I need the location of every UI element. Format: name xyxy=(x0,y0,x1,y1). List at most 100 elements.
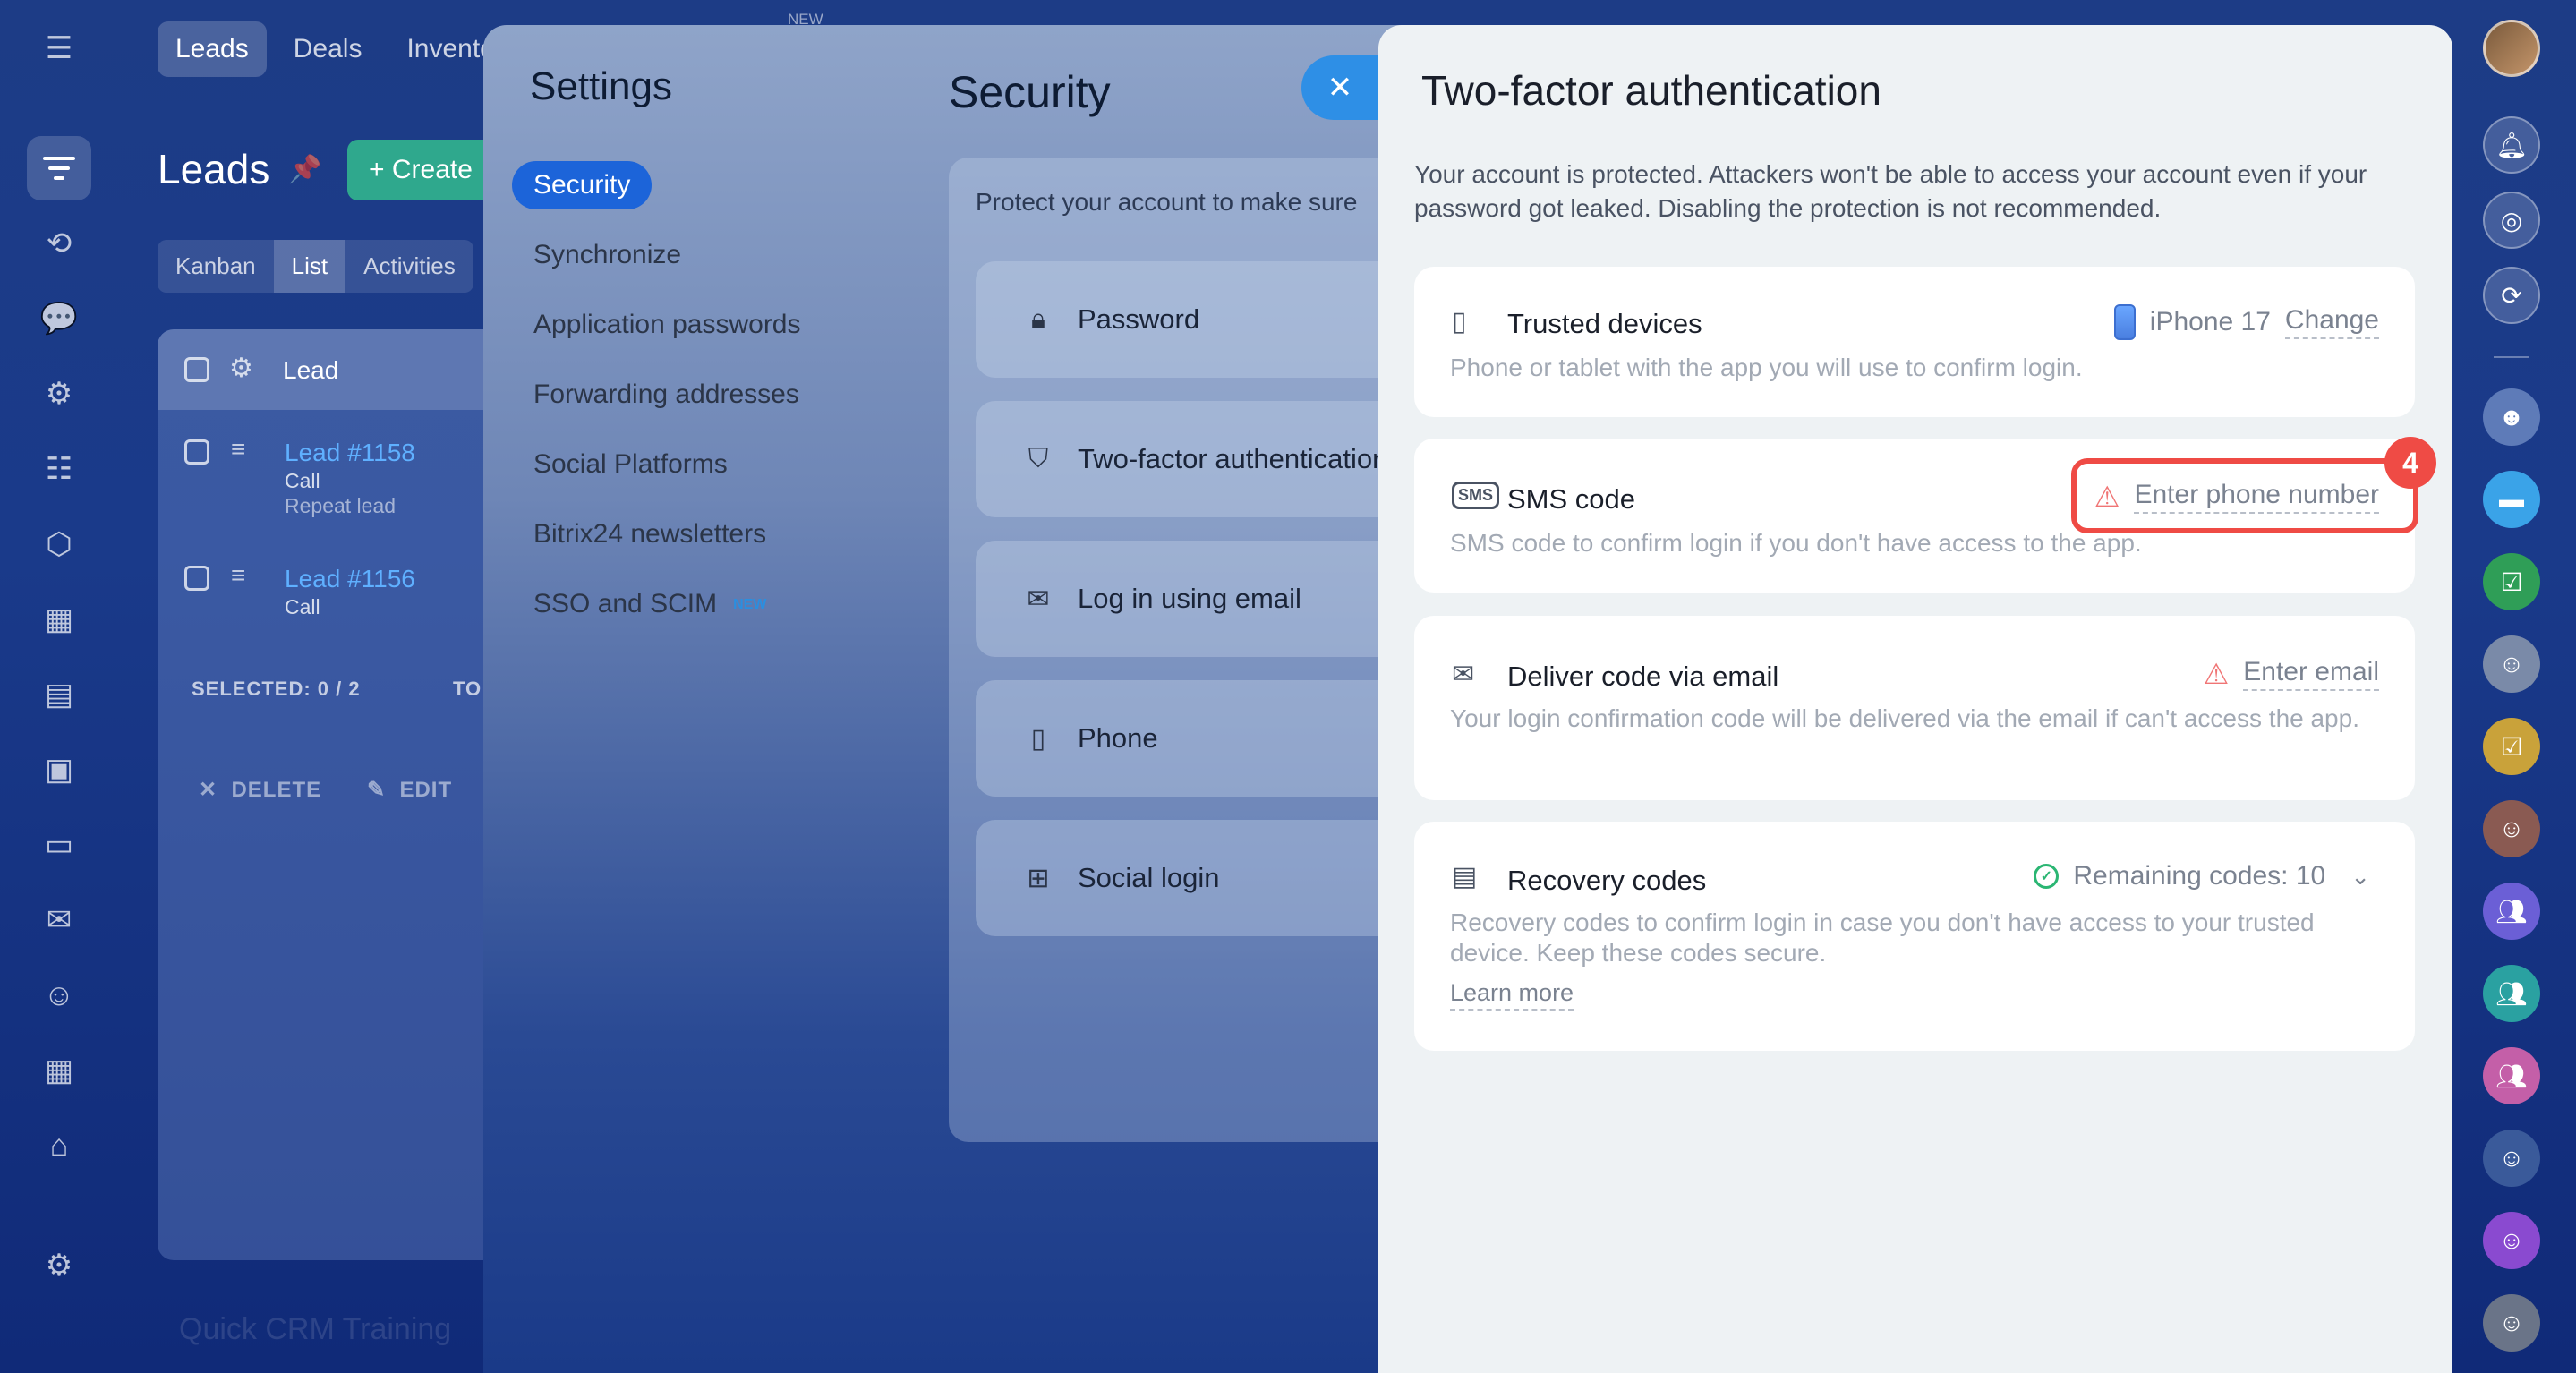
nav-item-security[interactable]: Security xyxy=(512,161,653,209)
email-action: ⚠ Enter email xyxy=(2204,657,2379,691)
nav-item-application-passwords[interactable]: Application passwords xyxy=(512,301,823,349)
close-button[interactable]: ✕ xyxy=(1301,55,1387,120)
chevron-down-icon[interactable]: ⌄ xyxy=(2350,863,2370,891)
warning-icon: ⚠ xyxy=(2203,658,2230,690)
delete-action[interactable]: ✕ DELETE xyxy=(199,777,321,803)
recovery-codes-card: ▤ Recovery codes Recovery codes to confi… xyxy=(1414,822,2415,1051)
card-description: SMS code to confirm login if you don't h… xyxy=(1450,529,2142,557)
task-check-icon[interactable]: ☑ xyxy=(2483,718,2540,775)
tab-kanban[interactable]: Kanban xyxy=(158,240,274,293)
check-circle-icon: ✓ xyxy=(2034,864,2060,889)
target-icon[interactable]: ◎ xyxy=(2483,192,2540,249)
sms-icon: SMS xyxy=(1452,482,1500,509)
group-chat-icon[interactable]: 👥︎ xyxy=(2483,883,2540,940)
calendar-icon[interactable]: ▦ xyxy=(27,587,91,652)
card-title: Deliver code via email xyxy=(1507,661,1779,692)
document-icon[interactable]: ▤ xyxy=(27,662,91,727)
remaining-codes: Remaining codes: 10 xyxy=(2073,861,2326,891)
contact-avatar[interactable]: ☺ xyxy=(2483,1294,2540,1352)
lock-icon: 🔒︎ xyxy=(1031,304,1045,334)
nav-item-label: SSO and SCIM xyxy=(533,589,718,618)
mail-icon[interactable]: ✉ xyxy=(27,888,91,952)
settings-title: Settings xyxy=(530,64,672,108)
group-chat-icon[interactable]: 👥︎ xyxy=(2483,1047,2540,1104)
select-all-checkbox[interactable] xyxy=(184,357,209,382)
page-title: Leads xyxy=(158,146,270,192)
bell-icon[interactable]: 🔔︎ xyxy=(2483,116,2540,174)
envelope-icon: ✉ xyxy=(1452,660,1475,689)
device-name: iPhone 17 xyxy=(2149,307,2271,337)
security-intro: Protect your account to make sure xyxy=(976,188,1358,216)
lead-activity: Call xyxy=(285,595,320,618)
change-link[interactable]: Change xyxy=(2284,305,2379,339)
row-checkbox[interactable] xyxy=(184,439,209,465)
presentation-icon[interactable]: ▣ xyxy=(27,738,91,802)
crm-icon[interactable]: ⟲ xyxy=(27,211,91,276)
grid-header xyxy=(158,329,533,410)
delete-label: DELETE xyxy=(231,778,322,802)
contact-avatar[interactable]: ☺ xyxy=(2483,1130,2540,1187)
settings-gear-icon[interactable]: ⚙ xyxy=(27,1233,91,1298)
tasks-icon[interactable]: ☷ xyxy=(27,437,91,501)
contact-avatar[interactable]: ☺ xyxy=(2483,800,2540,857)
security-item-label: Phone xyxy=(1078,722,1158,754)
edit-action[interactable]: ✎ EDIT xyxy=(367,777,452,803)
users-icon[interactable]: ☺ xyxy=(27,963,91,1028)
row-checkbox[interactable] xyxy=(184,566,209,591)
highlight-box xyxy=(2071,458,2418,533)
lead-activity: Call xyxy=(285,469,320,492)
right-sidebar: 🔔︎ ◎ ⟳ ☻ ▬ ☑ ☺ ☑ ☺ 👥︎ 👥︎ 👥︎ ☺ ☺ ☺ xyxy=(2452,0,2576,1373)
rail-divider xyxy=(2494,356,2529,358)
card-description: Recovery codes to confirm login in case … xyxy=(1450,908,2315,967)
group-chat-icon[interactable]: 👥︎ xyxy=(2483,965,2540,1022)
chat-icon[interactable]: ▬ xyxy=(2483,471,2540,528)
grid-icon: ⊞ xyxy=(1027,863,1050,893)
schedule-icon[interactable]: ▦ xyxy=(27,1038,91,1103)
tab-list[interactable]: List xyxy=(273,240,346,293)
total-label: TO xyxy=(453,678,482,700)
lead-link[interactable]: Lead #1158 xyxy=(285,439,415,467)
drag-handle-icon[interactable]: ≡ xyxy=(231,561,245,590)
close-icon: ✕ xyxy=(1326,71,1353,105)
nav-item-synchronize[interactable]: Synchronize xyxy=(512,231,703,279)
tab-deals[interactable]: Deals xyxy=(276,21,380,77)
learn-more-link[interactable]: Learn more xyxy=(1450,979,1574,1011)
contact-avatar[interactable]: ☺ xyxy=(2483,1212,2540,1269)
security-item-label: Social login xyxy=(1078,862,1220,893)
card-title: Recovery codes xyxy=(1507,865,1707,896)
menu-icon[interactable]: ☰ xyxy=(27,16,91,81)
contact-avatar[interactable]: ☺ xyxy=(2483,635,2540,693)
card-description: Your login confirmation code will be del… xyxy=(1450,704,2359,732)
selected-count: SELECTED: 0 / 2 xyxy=(192,678,361,700)
nav-item-forwarding-addresses[interactable]: Forwarding addresses xyxy=(512,371,821,419)
document-icon: ▤ xyxy=(1452,862,1478,891)
task-check-icon[interactable]: ☑ xyxy=(2483,553,2540,610)
nav-item-sso-scim[interactable]: SSO and SCIM NEW xyxy=(512,580,788,628)
gear-icon[interactable]: ⚙ xyxy=(229,353,253,384)
lead-link[interactable]: Lead #1156 xyxy=(285,565,415,593)
hexagon-icon[interactable]: ⬡ xyxy=(27,512,91,576)
iphone-icon xyxy=(2113,304,2136,340)
phone-icon: ▯ xyxy=(1452,307,1467,337)
security-title: Security xyxy=(949,67,1111,117)
user-avatar[interactable] xyxy=(2483,20,2540,77)
nav-item-bitrix24-newsletters[interactable]: Bitrix24 newsletters xyxy=(512,510,788,559)
automation-icon[interactable]: ⚙ xyxy=(27,362,91,426)
card-icon[interactable]: ▭ xyxy=(27,813,91,877)
chat-icon[interactable]: 💬 xyxy=(27,286,91,351)
drag-handle-icon[interactable]: ≡ xyxy=(231,435,245,464)
edit-label: EDIT xyxy=(399,778,453,802)
store-icon[interactable]: ⌂ xyxy=(27,1113,91,1178)
pin-icon[interactable]: 📌 xyxy=(288,154,321,185)
panel-title: Two-factor authentication xyxy=(1421,67,1881,114)
sync-icon[interactable]: ⟳ xyxy=(2483,267,2540,324)
recovery-status: ✓ Remaining codes: 10 ⌄ xyxy=(2034,861,2370,891)
funnel-icon[interactable] xyxy=(27,136,91,200)
phone-icon: ▯ xyxy=(1030,723,1046,754)
nav-item-social-platforms[interactable]: Social Platforms xyxy=(512,440,749,489)
tab-activities[interactable]: Activities xyxy=(345,240,473,293)
shield-icon: ⛉ xyxy=(1028,444,1049,473)
enter-email-link[interactable]: Enter email xyxy=(2243,657,2379,691)
chat-avatar[interactable]: ☻ xyxy=(2483,388,2540,446)
tab-leads[interactable]: Leads xyxy=(158,21,267,77)
